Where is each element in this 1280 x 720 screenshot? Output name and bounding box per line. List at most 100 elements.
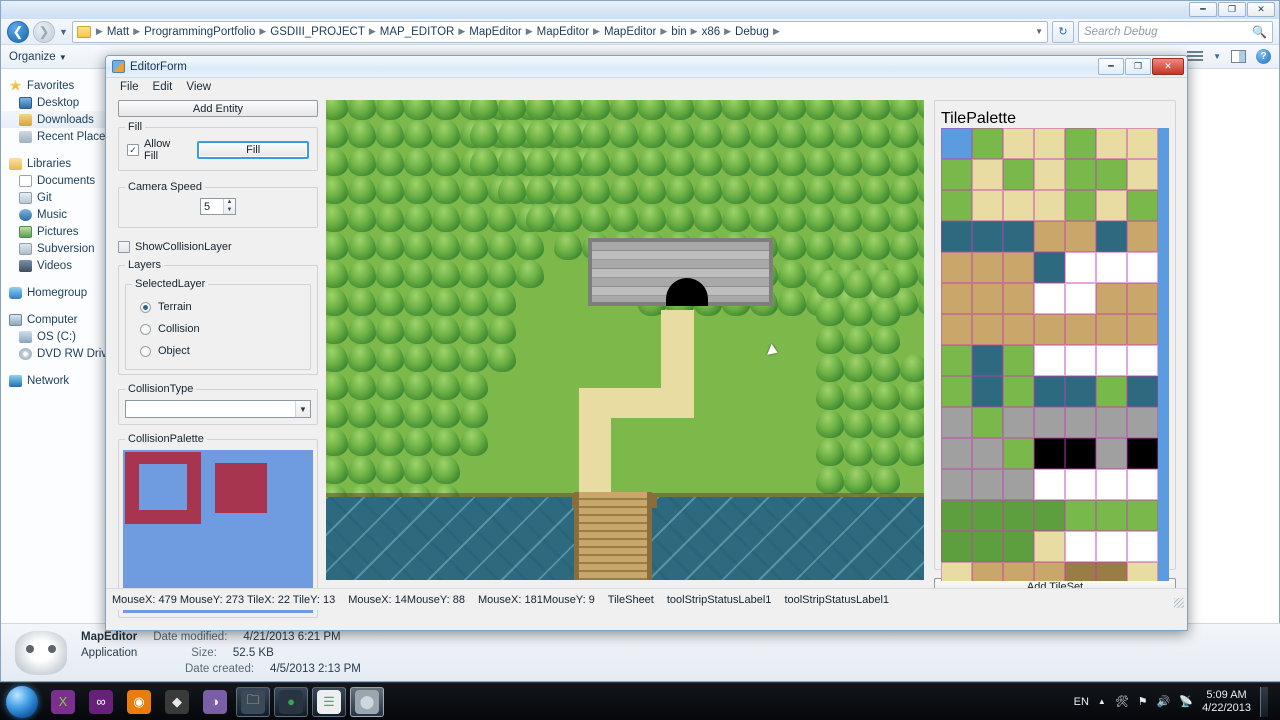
tile-cell[interactable] xyxy=(1034,376,1065,407)
tile-cell[interactable] xyxy=(1127,407,1158,438)
tile-cell[interactable] xyxy=(1127,376,1158,407)
action-center-icon[interactable]: 🛠 xyxy=(1115,695,1129,708)
tile-cell[interactable] xyxy=(941,562,972,581)
radio-collision[interactable]: Collision xyxy=(140,323,304,335)
taskbar-xamarin-icon[interactable]: X xyxy=(46,687,80,717)
taskbar-explorer-icon[interactable]: 🗀 xyxy=(236,686,270,717)
tile-cell[interactable] xyxy=(1065,221,1096,252)
tile-cell[interactable] xyxy=(1096,376,1127,407)
resize-grip-icon[interactable] xyxy=(1174,598,1184,608)
breadcrumb-item-4[interactable]: MapEditor xyxy=(467,26,523,38)
camera-speed-stepper[interactable]: 5 ▲ ▼ xyxy=(200,198,236,215)
menu-view[interactable]: View xyxy=(186,81,211,93)
sidebar-item-documents[interactable]: Documents xyxy=(1,172,119,189)
tile-cell[interactable] xyxy=(1096,469,1127,500)
tile-cell[interactable] xyxy=(1003,128,1034,159)
tile-cell[interactable] xyxy=(1034,438,1065,469)
tile-cell[interactable] xyxy=(1003,469,1034,500)
back-button[interactable]: ❮ xyxy=(7,20,29,43)
tile-palette-canvas[interactable] xyxy=(941,128,1169,581)
sidebar-item-favorites[interactable]: Favorites xyxy=(1,77,119,94)
sidebar-item-computer[interactable]: Computer xyxy=(1,311,119,328)
tile-cell[interactable] xyxy=(1096,438,1127,469)
sidebar-item-music[interactable]: Music xyxy=(1,206,119,223)
taskbar-chrome-icon[interactable]: ● xyxy=(274,686,308,717)
tile-cell[interactable] xyxy=(1065,500,1096,531)
chevron-down-icon[interactable]: ▼ xyxy=(295,401,310,417)
minimize-icon[interactable]: ━ xyxy=(1189,2,1217,17)
signal-icon[interactable]: 📡 xyxy=(1179,695,1193,708)
tile-cell[interactable] xyxy=(972,407,1003,438)
add-entity-button[interactable]: Add Entity xyxy=(118,100,318,117)
collision-type-select[interactable]: ▼ xyxy=(125,400,311,418)
tile-cell[interactable] xyxy=(941,283,972,314)
editor-menubar[interactable]: File Edit View xyxy=(106,78,1187,96)
tile-cell[interactable] xyxy=(972,438,1003,469)
taskbar-visual-studio-icon[interactable]: ∞ xyxy=(84,687,118,717)
restore-icon[interactable]: ❐ xyxy=(1218,2,1246,17)
tile-cell[interactable] xyxy=(941,407,972,438)
tile-cell[interactable] xyxy=(1003,221,1034,252)
tile-cell[interactable] xyxy=(1096,190,1127,221)
editor-window-controls[interactable]: ━ ❐ ✕ xyxy=(1098,58,1184,75)
tile-cell[interactable] xyxy=(1065,531,1096,562)
start-button[interactable] xyxy=(6,685,38,718)
menu-edit[interactable]: Edit xyxy=(153,81,173,93)
breadcrumb-item-2[interactable]: GSDIII_PROJECT xyxy=(268,26,367,38)
tile-cell[interactable] xyxy=(1127,252,1158,283)
sidebar-item-network[interactable]: Network xyxy=(1,372,119,389)
tile-cell[interactable] xyxy=(1003,252,1034,283)
breadcrumb-item-3[interactable]: MAP_EDITOR xyxy=(378,26,457,38)
allow-fill-checkbox[interactable]: ✓ Allow Fill xyxy=(127,138,187,162)
show-hidden-icons-icon[interactable]: ▲ xyxy=(1098,697,1106,706)
tile-cell[interactable] xyxy=(972,221,1003,252)
tile-cell[interactable] xyxy=(1127,531,1158,562)
sidebar-item-videos[interactable]: Videos xyxy=(1,257,119,274)
tile-cell[interactable] xyxy=(941,159,972,190)
tile-cell[interactable] xyxy=(941,128,972,159)
tile-cell[interactable] xyxy=(1034,252,1065,283)
tile-cell[interactable] xyxy=(972,283,1003,314)
tile-cell[interactable] xyxy=(1003,562,1034,581)
tile-cell[interactable] xyxy=(1034,562,1065,581)
tile-cell[interactable] xyxy=(972,345,1003,376)
tile-cell[interactable] xyxy=(972,376,1003,407)
sidebar-item-homegroup[interactable]: Homegroup xyxy=(1,284,119,301)
tile-cell[interactable] xyxy=(1003,345,1034,376)
tile-cell[interactable] xyxy=(972,531,1003,562)
tile-cell[interactable] xyxy=(941,469,972,500)
tile-cell[interactable] xyxy=(1065,407,1096,438)
tile-cell[interactable] xyxy=(1127,221,1158,252)
sidebar-item-desktop[interactable]: Desktop xyxy=(1,94,119,111)
tile-cell[interactable] xyxy=(1096,562,1127,581)
tile-cell[interactable] xyxy=(1034,500,1065,531)
taskbar-unity-icon[interactable]: ◆ xyxy=(160,687,194,717)
chevron-down-icon[interactable]: ▼ xyxy=(1213,52,1221,61)
tile-cell[interactable] xyxy=(972,314,1003,345)
breadcrumb-item-1[interactable]: ProgrammingPortfolio xyxy=(142,26,257,38)
tile-cell[interactable] xyxy=(1003,376,1034,407)
minimize-icon[interactable]: ━ xyxy=(1098,58,1124,75)
tile-cell[interactable] xyxy=(1034,221,1065,252)
tile-cell[interactable] xyxy=(941,190,972,221)
tile-cell[interactable] xyxy=(941,376,972,407)
tile-cell[interactable] xyxy=(1096,345,1127,376)
tile-cell[interactable] xyxy=(1034,531,1065,562)
tile-cell[interactable] xyxy=(941,500,972,531)
tile-cell[interactable] xyxy=(1003,314,1034,345)
breadcrumb-item-8[interactable]: x86 xyxy=(700,26,723,38)
sidebar-item-dvd-rw-drive[interactable]: DVD RW Drive xyxy=(1,345,119,362)
tile-cell[interactable] xyxy=(1003,283,1034,314)
tile-cell[interactable] xyxy=(1127,469,1158,500)
taskbar-mapeditor-icon[interactable]: ⬤ xyxy=(350,686,384,717)
taskbar-sublime-icon[interactable]: ◑ xyxy=(198,687,232,717)
tile-cell[interactable] xyxy=(1034,159,1065,190)
tile-cell[interactable] xyxy=(941,252,972,283)
tile-cell[interactable] xyxy=(1003,438,1034,469)
tile-cell[interactable] xyxy=(1065,159,1096,190)
sidebar-item-libraries[interactable]: Libraries xyxy=(1,155,119,172)
taskbar-blender-icon[interactable]: ◉ xyxy=(122,687,156,717)
tile-cell[interactable] xyxy=(972,500,1003,531)
close-icon[interactable]: ✕ xyxy=(1247,2,1275,17)
show-collision-layer-checkbox[interactable]: ShowCollisionLayer xyxy=(118,241,318,253)
